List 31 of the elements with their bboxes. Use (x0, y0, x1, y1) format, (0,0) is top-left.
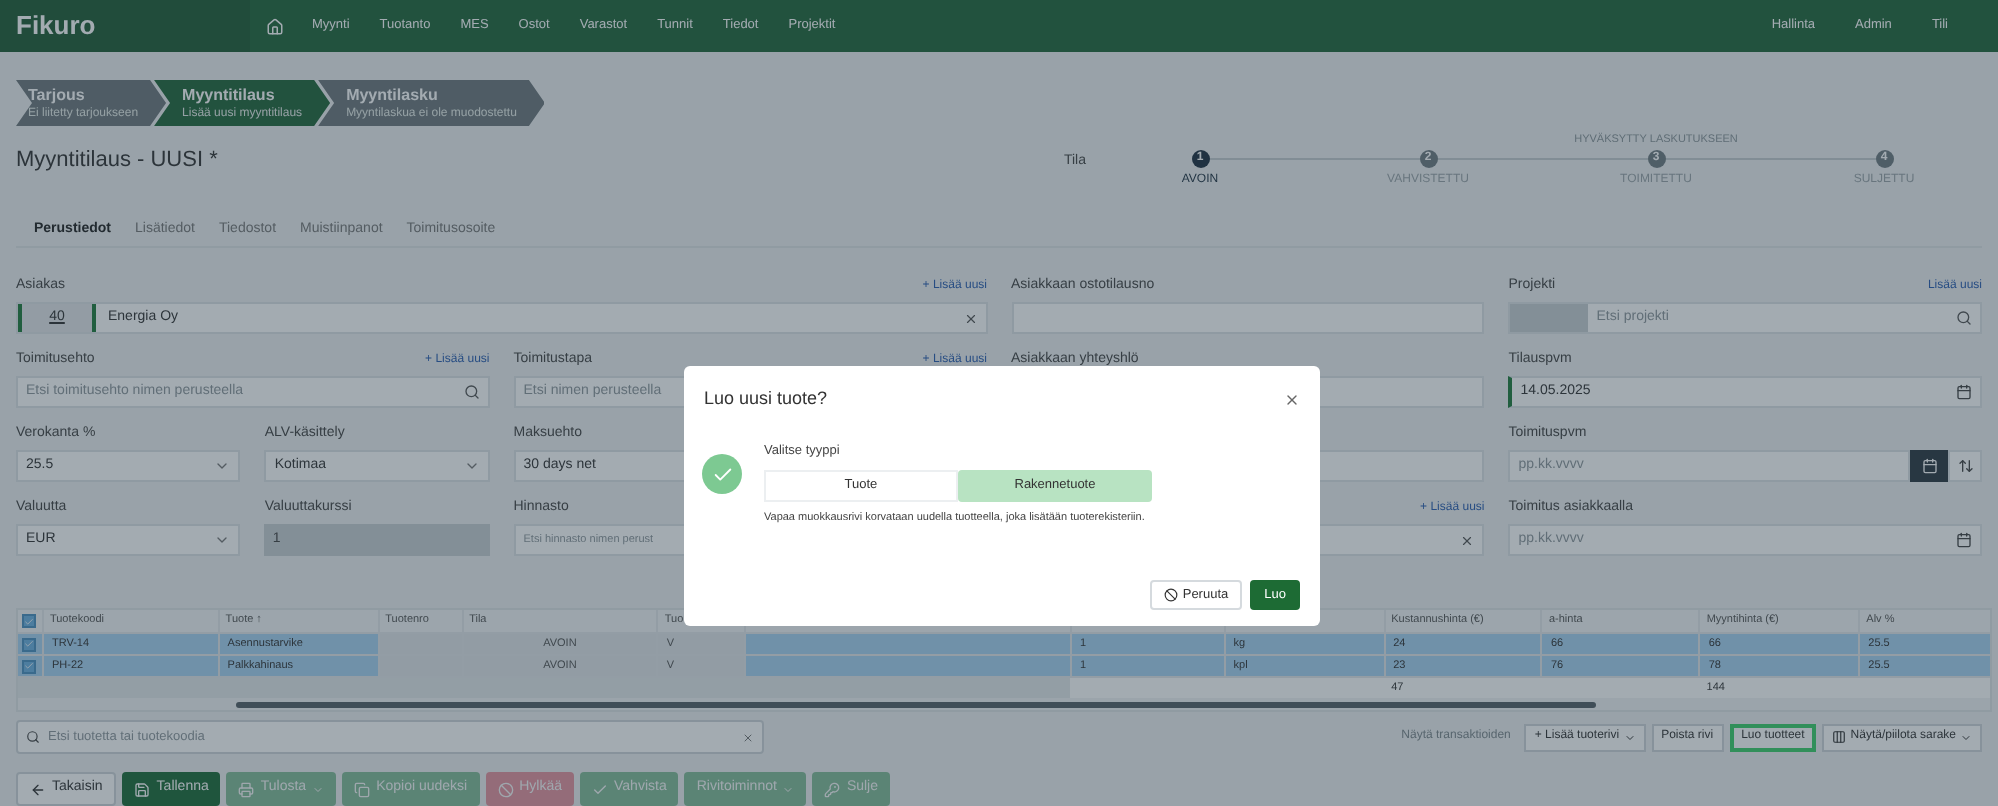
page-title: Myyntitilaus - UUSI * (16, 145, 218, 176)
arrows-icon (1957, 458, 1973, 474)
ban-icon (1164, 588, 1179, 602)
close-icon[interactable] (1284, 391, 1300, 407)
caret-icon (1960, 731, 1972, 743)
project-prefix (1510, 304, 1589, 332)
clear-icon[interactable] (963, 311, 977, 325)
swap-button[interactable] (1948, 450, 1982, 482)
clear-icon[interactable] (742, 731, 754, 743)
search-icon (26, 730, 40, 744)
search-icon[interactable] (1956, 310, 1972, 326)
select-all-checkbox[interactable] (22, 614, 37, 628)
success-check-icon (702, 454, 742, 494)
home-icon[interactable] (266, 17, 284, 35)
calendar-icon[interactable] (1956, 532, 1972, 548)
calendar-icon (1921, 458, 1937, 474)
row-checkbox[interactable] (22, 637, 37, 651)
dialog-title: Luo uusi tuote? (704, 385, 828, 412)
horizontal-scrollbar[interactable] (18, 698, 1990, 710)
arrow-left-icon (30, 781, 46, 797)
chevron-icon (463, 458, 480, 474)
columns-icon (1832, 730, 1847, 744)
calendar-button[interactable] (1910, 450, 1948, 482)
caret-icon (1623, 731, 1636, 743)
search-icon[interactable] (463, 384, 480, 400)
chevron-icon (214, 532, 231, 548)
clear-icon[interactable] (1460, 533, 1475, 547)
calendar-icon[interactable] (1956, 384, 1972, 400)
row-checkbox[interactable] (22, 659, 37, 673)
save-icon (134, 781, 151, 797)
chevron-icon (214, 458, 231, 474)
